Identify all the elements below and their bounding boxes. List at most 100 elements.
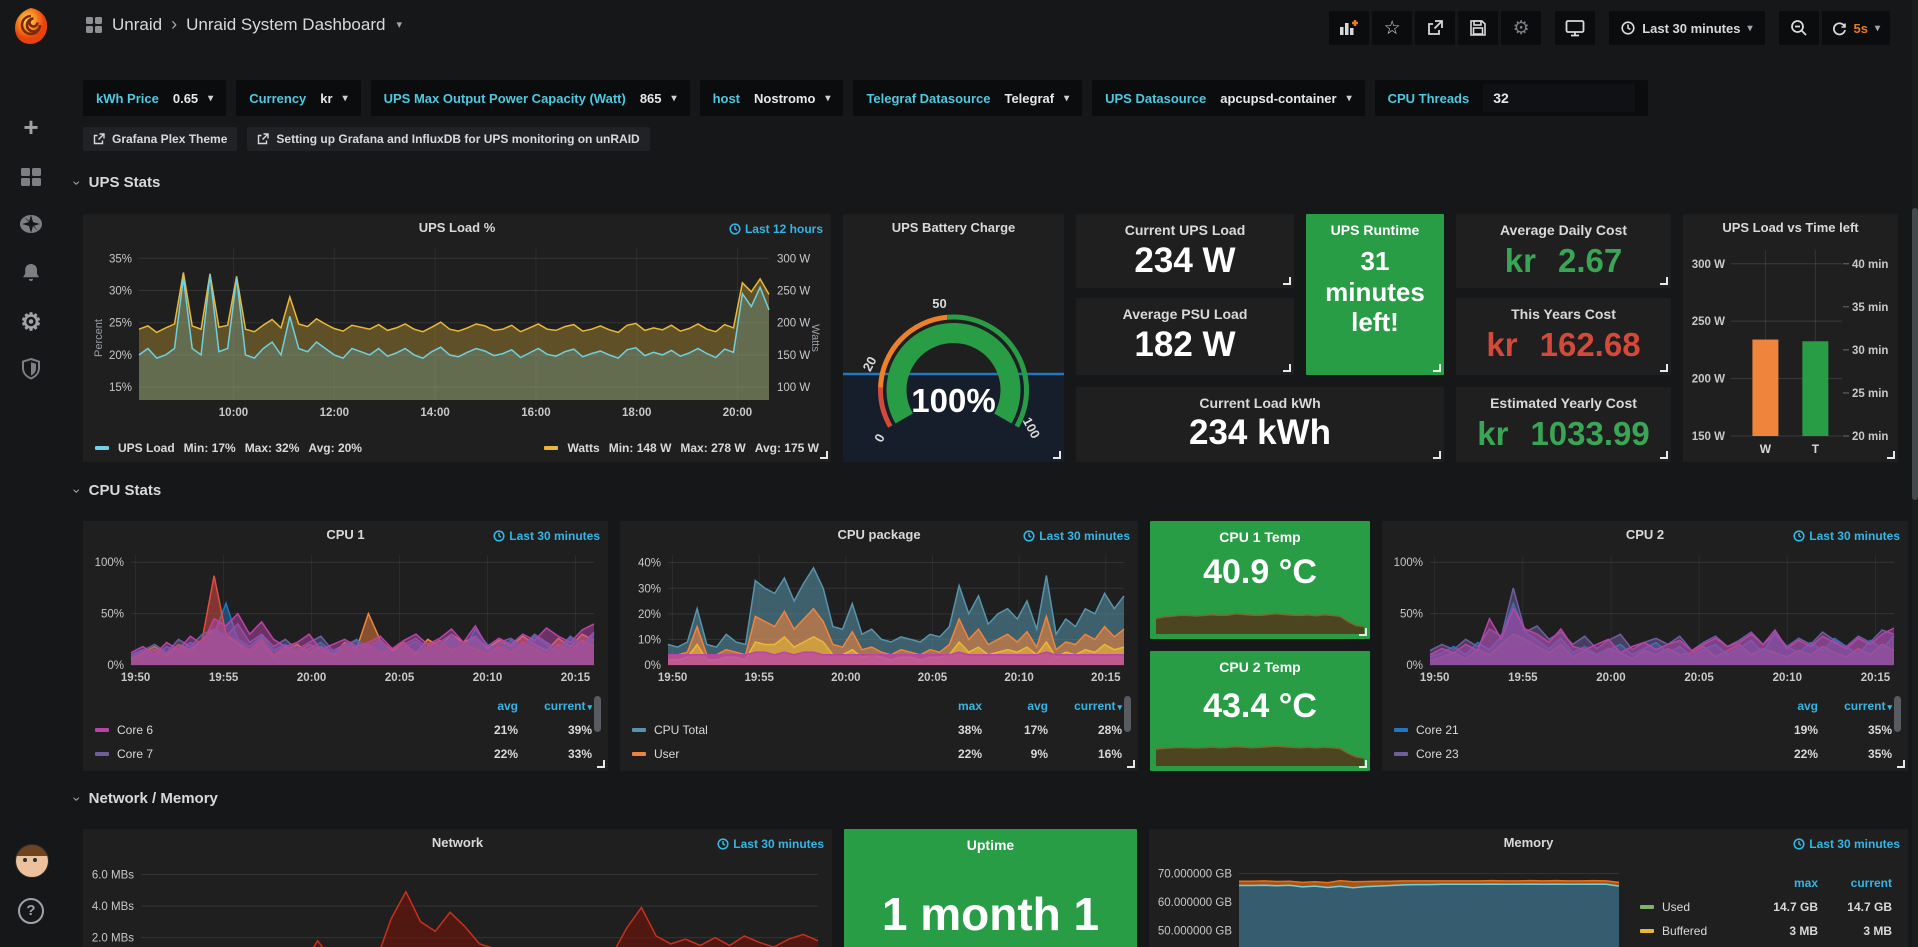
- panel-resize-handle[interactable]: [1660, 451, 1668, 459]
- network-chart[interactable]: 2.0 MBs4.0 MBs6.0 MBs: [87, 857, 828, 947]
- section-ups-stats[interactable]: › UPS Stats: [75, 174, 160, 191]
- alerting-icon[interactable]: [0, 255, 62, 295]
- legend-column-current[interactable]: current▾: [518, 699, 592, 713]
- apps-grid-icon[interactable]: [85, 16, 103, 34]
- legend-row[interactable]: CPU Total 38% 17% 28%: [632, 718, 1122, 742]
- legend-scrollbar[interactable]: [594, 696, 601, 732]
- cpu2-chart[interactable]: 0%50%100%19:5019:5520:0020:0520:1020:15: [1386, 547, 1904, 687]
- share-button[interactable]: [1415, 11, 1455, 45]
- legend-row[interactable]: User 22% 9% 16%: [632, 742, 1122, 766]
- panel-title[interactable]: UPS Battery Charge: [843, 220, 1064, 235]
- scrollbar-thumb[interactable]: [1912, 208, 1918, 500]
- dashboards-icon[interactable]: [0, 159, 62, 199]
- scrollbar[interactable]: [1912, 0, 1918, 947]
- legend-row[interactable]: Core 6 21% 39%: [95, 718, 592, 742]
- panel-resize-handle[interactable]: [1283, 364, 1291, 372]
- panel-resize-handle[interactable]: [1660, 277, 1668, 285]
- panel-time-range[interactable]: Last 30 minutes: [1793, 837, 1900, 851]
- panel-time-range[interactable]: Last 30 minutes: [493, 529, 600, 543]
- panel-title[interactable]: Average PSU Load: [1076, 306, 1294, 322]
- legend-row[interactable]: Core 23 22% 35%: [1394, 742, 1892, 766]
- variable-ups-datasource[interactable]: UPS Datasource apcupsd-container ▾: [1092, 80, 1364, 116]
- grafana-logo-icon[interactable]: [11, 6, 51, 46]
- chevron-down-icon[interactable]: ▾: [396, 18, 402, 31]
- ups-load-chart[interactable]: 15%20%25%30%35%100 W150 W200 W250 W300 W…: [87, 240, 827, 422]
- server-admin-icon[interactable]: [0, 351, 62, 391]
- legend-column-current[interactable]: current▾: [1048, 699, 1122, 713]
- variable-kwh-price[interactable]: kWh Price 0.65 ▾: [83, 80, 226, 116]
- legend-column-max[interactable]: max: [1752, 876, 1818, 890]
- link-grafana-plex-theme[interactable]: Grafana Plex Theme: [83, 127, 237, 151]
- panel-title[interactable]: CPU 2 Temp: [1150, 659, 1370, 675]
- breadcrumb-app[interactable]: Unraid: [112, 15, 162, 35]
- legend-row[interactable]: Core 7 22% 33%: [95, 742, 592, 766]
- variable-host[interactable]: host Nostromo ▾: [700, 80, 844, 116]
- battery-gauge[interactable]: 02050100100%: [843, 240, 1064, 462]
- legend-column-avg[interactable]: avg: [1752, 699, 1818, 713]
- legend-scrollbar[interactable]: [1124, 696, 1131, 732]
- explore-icon[interactable]: [0, 206, 62, 246]
- legend-row[interactable]: Buffered 3 MB 3 MB: [1640, 919, 1892, 943]
- panel-resize-handle[interactable]: [1897, 760, 1905, 768]
- panel-resize-handle[interactable]: [1660, 364, 1668, 372]
- cpu-package-chart[interactable]: 0%10%20%30%40%19:5019:5520:0020:0520:102…: [624, 547, 1134, 687]
- legend-column-avg[interactable]: avg: [982, 699, 1048, 713]
- zoom-out-button[interactable]: [1779, 11, 1819, 45]
- save-button[interactable]: [1458, 11, 1498, 45]
- load-vs-time-chart[interactable]: 150 W200 W250 W300 W20 min25 min30 min35…: [1683, 238, 1898, 462]
- cpu1-chart[interactable]: 0%50%100%19:5019:5520:0020:0520:1020:15: [87, 547, 604, 687]
- panel-title[interactable]: UPS Load %: [83, 220, 831, 235]
- panel-time-range[interactable]: Last 30 minutes: [717, 837, 824, 851]
- panel-resize-handle[interactable]: [1359, 760, 1367, 768]
- legend-column-current[interactable]: current▾: [1818, 699, 1892, 713]
- legend-scrollbar[interactable]: [1894, 696, 1901, 732]
- legend-column-current[interactable]: current: [1818, 876, 1892, 890]
- time-range-picker[interactable]: Last 30 minutes ▾: [1609, 11, 1764, 45]
- panel-title[interactable]: Current Load kWh: [1076, 395, 1444, 411]
- panel-resize-handle[interactable]: [1127, 760, 1135, 768]
- legend-column-avg[interactable]: avg: [452, 699, 518, 713]
- refresh-picker[interactable]: 5s ▾: [1822, 11, 1891, 45]
- panel-title[interactable]: Uptime: [844, 837, 1137, 853]
- user-avatar[interactable]: [15, 844, 49, 878]
- panel-title[interactable]: This Years Cost: [1456, 306, 1671, 322]
- help-icon[interactable]: ?: [18, 898, 44, 924]
- panel-title[interactable]: UPS Runtime: [1306, 222, 1444, 238]
- legend-row[interactable]: Core 21 19% 35%: [1394, 718, 1892, 742]
- create-icon[interactable]: +: [0, 107, 62, 147]
- section-network-memory[interactable]: › Network / Memory: [75, 790, 218, 807]
- add-panel-button[interactable]: [1329, 11, 1369, 45]
- section-cpu-stats[interactable]: › CPU Stats: [75, 482, 161, 499]
- panel-resize-handle[interactable]: [1359, 628, 1367, 636]
- panel-time-range[interactable]: Last 30 minutes: [1023, 529, 1130, 543]
- link-ups-monitoring-guide[interactable]: Setting up Grafana and InfluxDB for UPS …: [247, 127, 649, 151]
- panel-title[interactable]: Average Daily Cost: [1456, 222, 1671, 238]
- panel-title[interactable]: Current UPS Load: [1076, 222, 1294, 238]
- panel-resize-handle[interactable]: [597, 760, 605, 768]
- panel-resize-handle[interactable]: [1433, 364, 1441, 372]
- panel-title[interactable]: UPS Load vs Time left: [1683, 220, 1898, 235]
- panel-resize-handle[interactable]: [1283, 277, 1291, 285]
- legend-row[interactable]: Used 14.7 GB 14.7 GB: [1640, 895, 1892, 919]
- variable-currency[interactable]: Currency kr ▾: [236, 80, 360, 116]
- panel-time-range[interactable]: Last 30 minutes: [1793, 529, 1900, 543]
- legend-item[interactable]: UPS Load Min: 17% Max: 32% Avg: 20%: [95, 441, 362, 455]
- panel-resize-handle[interactable]: [1887, 451, 1895, 459]
- cpu-threads-input[interactable]: [1483, 84, 1635, 112]
- variable-telegraf-datasource[interactable]: Telegraf Datasource Telegraf ▾: [853, 80, 1082, 116]
- star-button[interactable]: ☆: [1372, 11, 1412, 45]
- configuration-icon[interactable]: ⚙: [0, 303, 62, 343]
- panel-resize-handle[interactable]: [1433, 451, 1441, 459]
- memory-chart[interactable]: 50.000000 GB60.000000 GB70.000000 GB: [1151, 857, 1629, 947]
- panel-title[interactable]: CPU 1 Temp: [1150, 529, 1370, 545]
- legend-item[interactable]: Watts Min: 148 W Max: 278 W Avg: 175 W: [544, 441, 819, 455]
- panel-title[interactable]: Estimated Yearly Cost: [1456, 395, 1671, 411]
- breadcrumb-page-title[interactable]: Unraid System Dashboard: [186, 15, 385, 35]
- legend-column-max[interactable]: max: [916, 699, 982, 713]
- dashboard-settings-button[interactable]: ⚙: [1501, 11, 1541, 45]
- panel-resize-handle[interactable]: [1053, 451, 1061, 459]
- cycle-view-button[interactable]: [1555, 11, 1595, 45]
- panel-resize-handle[interactable]: [820, 451, 828, 459]
- panel-time-range[interactable]: Last 12 hours: [729, 222, 823, 236]
- variable-ups-max-output[interactable]: UPS Max Output Power Capacity (Watt) 865…: [371, 80, 690, 116]
